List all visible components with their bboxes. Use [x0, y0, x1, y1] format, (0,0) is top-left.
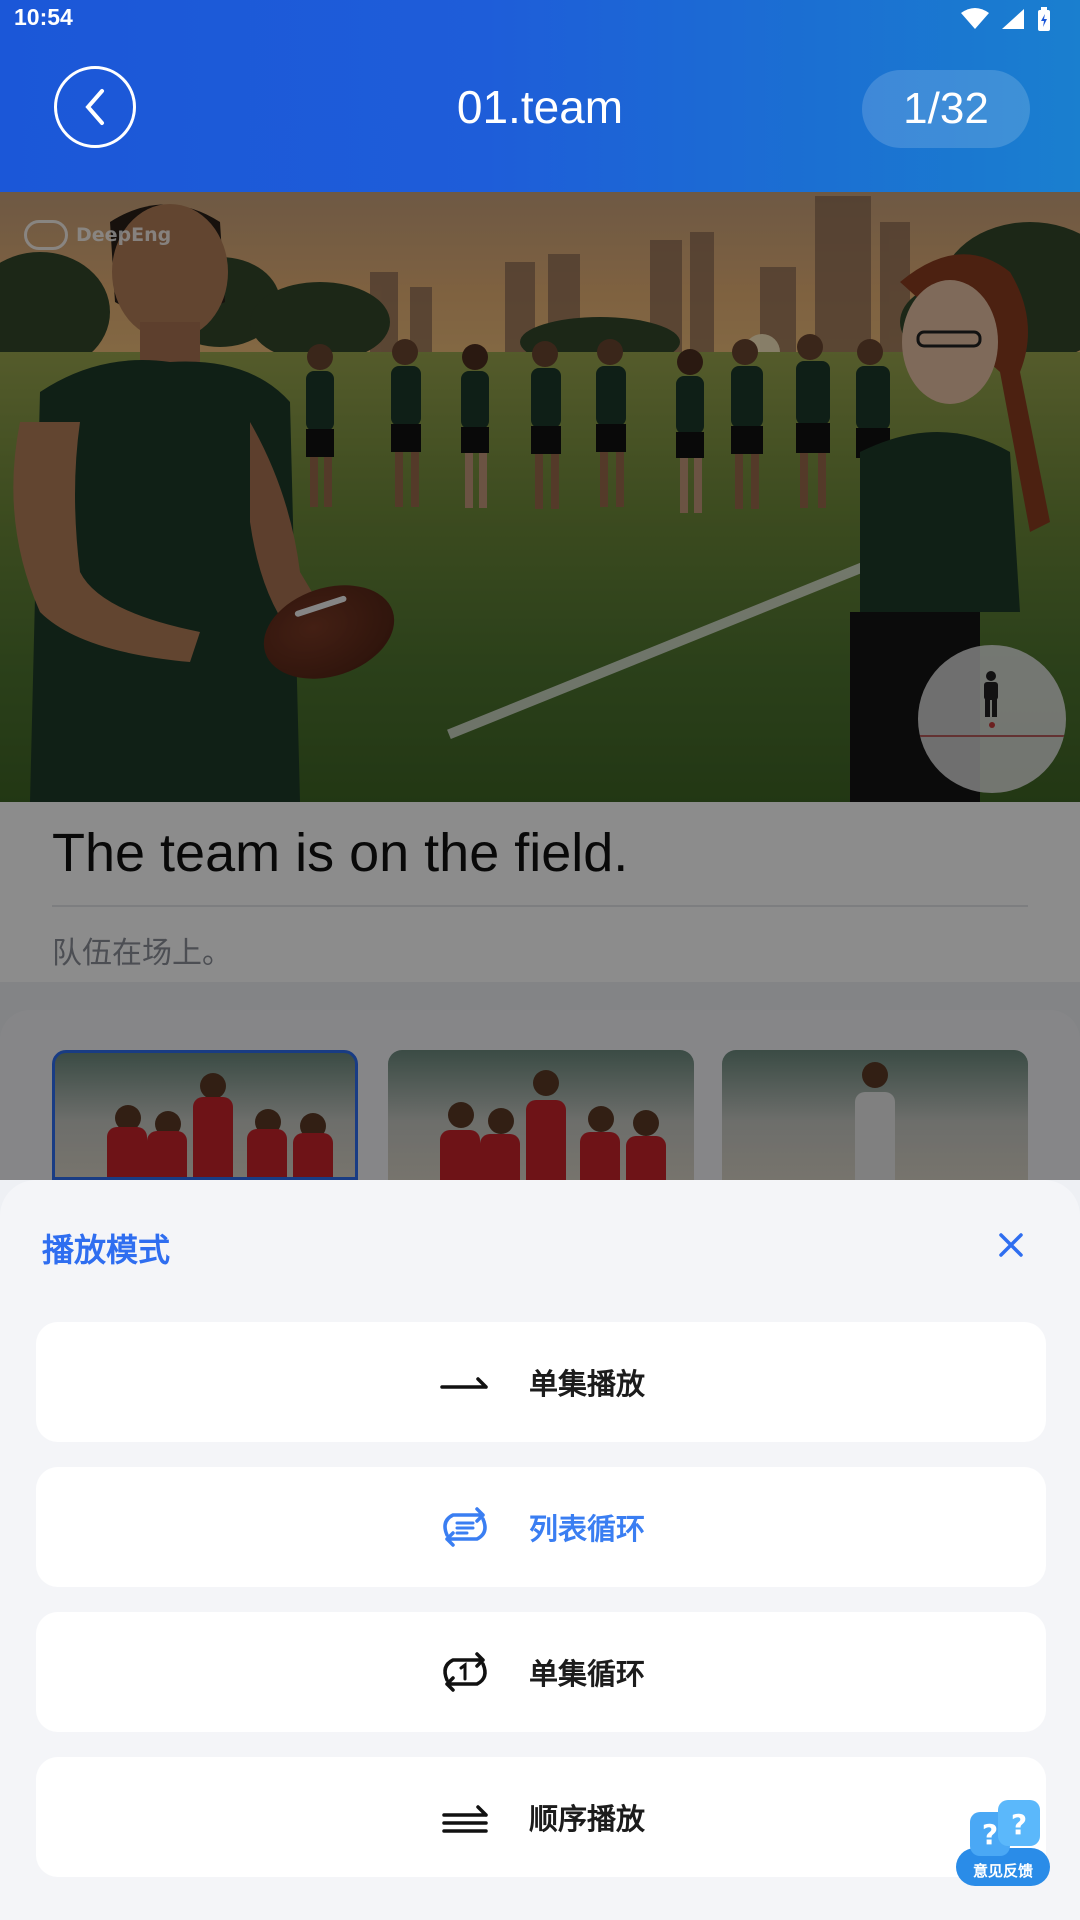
back-button[interactable]: [54, 66, 136, 148]
single-play-icon: [437, 1358, 493, 1406]
page-counter: 1/32: [862, 70, 1030, 148]
close-button[interactable]: [992, 1226, 1030, 1264]
option-label: 顺序播放: [528, 1802, 645, 1836]
option-sequential-play[interactable]: 顺序播放: [36, 1757, 1046, 1877]
option-single-loop[interactable]: 单集循环: [36, 1612, 1046, 1732]
feedback-button[interactable]: ? ? 意见反馈: [954, 1796, 1052, 1890]
svg-text:?: ?: [1011, 1808, 1027, 1841]
chevron-left-icon: [85, 89, 104, 125]
feedback-label: 意见反馈: [972, 1862, 1033, 1880]
sheet-title: 播放模式: [42, 1231, 171, 1269]
cell-signal-icon: [1002, 9, 1024, 29]
sequential-play-icon: [437, 1793, 493, 1841]
status-bar: 10:54: [0, 0, 1080, 40]
option-list-loop[interactable]: 列表循环: [36, 1467, 1046, 1587]
svg-text:?: ?: [982, 1818, 998, 1851]
list-loop-icon: [437, 1503, 493, 1551]
option-label: 列表循环: [528, 1512, 645, 1546]
page-title: 01.team: [456, 81, 624, 133]
option-single-play[interactable]: 单集播放: [36, 1322, 1046, 1442]
battery-icon: [1038, 7, 1050, 31]
modal-scrim[interactable]: [0, 192, 1080, 1180]
close-icon: [999, 1233, 1023, 1257]
option-label: 单集循环: [528, 1657, 645, 1691]
app-header: 10:54 01.team 1/32: [0, 0, 1080, 192]
option-label: 单集播放: [528, 1367, 645, 1401]
single-loop-icon: [437, 1648, 493, 1696]
status-time: 10:54: [14, 4, 73, 30]
wifi-icon: [961, 8, 989, 29]
status-icons: [960, 6, 1052, 32]
